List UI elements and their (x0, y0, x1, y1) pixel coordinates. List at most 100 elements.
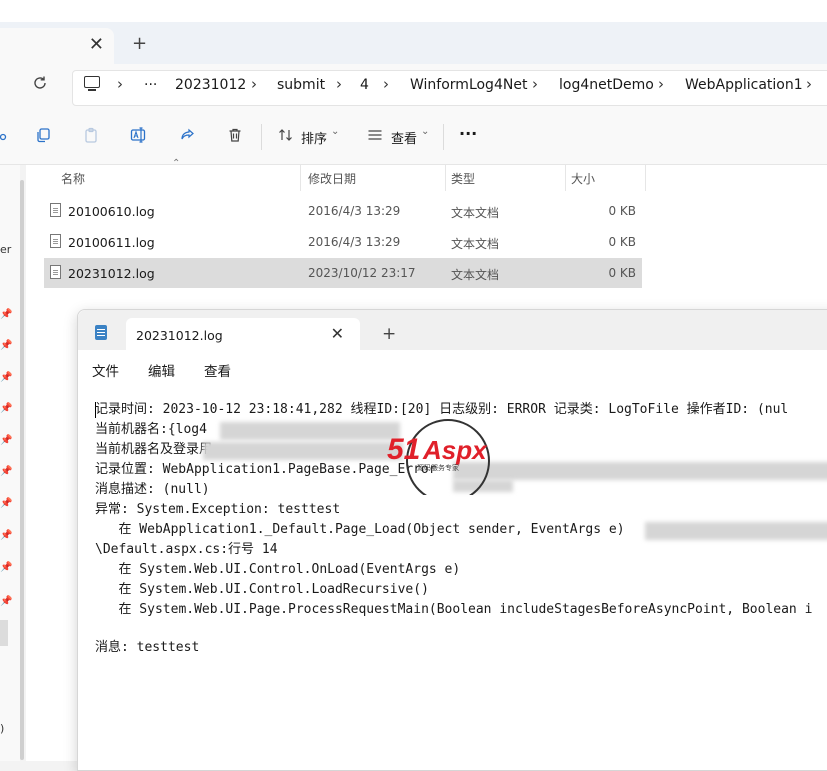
column-divider[interactable] (565, 165, 566, 191)
new-tab-button[interactable]: + (382, 324, 396, 344)
chevron-down-icon[interactable]: ⌄ (331, 126, 339, 137)
view-button[interactable]: 查看 (391, 128, 417, 147)
redacted-region (220, 422, 400, 440)
copy-icon[interactable] (34, 127, 52, 145)
log-line: 当前机器名:{log4 (95, 422, 207, 437)
pin-icon: 📌 (0, 403, 13, 414)
column-divider[interactable] (445, 165, 446, 191)
file-date: 2023/10/12 23:17 (308, 266, 416, 280)
notepad-tab[interactable]: 20231012.log ✕ (126, 318, 360, 350)
file-name: 20100610.log (68, 204, 155, 219)
pin-icon: 📌 (0, 596, 13, 607)
redacted-region (203, 442, 403, 460)
view-icon[interactable] (366, 127, 384, 145)
menu-file[interactable]: 文件 (92, 360, 119, 380)
this-pc-icon[interactable] (84, 76, 100, 91)
breadcrumb-submit[interactable]: submit (277, 77, 325, 93)
file-size: 0 KB (608, 266, 636, 280)
text-file-icon (50, 234, 61, 248)
menu-edit[interactable]: 编辑 (148, 360, 175, 380)
logo-slogan: 源码服务专家 (417, 463, 459, 472)
pin-icon: 📌 (0, 562, 13, 573)
delete-icon[interactable] (226, 127, 244, 145)
breadcrumb-20231012[interactable]: 20231012 (175, 77, 246, 93)
breadcrumb-webapplication1[interactable]: WebApplication1 (685, 77, 803, 93)
file-date: 2016/4/3 13:29 (308, 235, 401, 249)
share-icon[interactable] (178, 127, 196, 145)
breadcrumb-winformlog4net[interactable]: WinformLog4Net (410, 77, 527, 93)
file-row-selected[interactable]: 20231012.log 2023/10/12 23:17 文本文档 0 KB (44, 258, 642, 288)
divider (261, 124, 262, 150)
notepad-menubar: 文件 编辑 查看 (78, 350, 827, 388)
file-type: 文本文档 (451, 237, 500, 251)
sort-icon[interactable] (277, 127, 295, 145)
log-line: \Default.aspx.cs:行号 14 (95, 542, 278, 557)
pin-icon: 📌 (0, 309, 13, 320)
column-header-name[interactable]: 名称 (61, 170, 85, 187)
pin-icon: 📌 (0, 530, 13, 541)
logo-brand: Aspx (422, 435, 488, 465)
rename-icon[interactable] (130, 127, 148, 145)
pin-icon: 📌 (0, 435, 13, 446)
column-divider[interactable] (300, 165, 301, 191)
file-name: 20100611.log (68, 235, 155, 250)
log-line: 在 System.Web.UI.Control.LoadRecursive() (95, 582, 429, 597)
nav-item-fragment[interactable]: er (0, 243, 11, 256)
command-bar: 排序 ⌄ 查看 ⌄ ··· (0, 110, 827, 165)
file-type: 文本文档 (451, 268, 500, 282)
breadcrumb-separator[interactable]: › (658, 75, 664, 93)
cut-icon[interactable] (0, 127, 10, 145)
notepad-app-icon (95, 325, 107, 340)
file-date: 2016/4/3 13:29 (308, 204, 401, 218)
file-name: 20231012.log (68, 266, 155, 281)
breadcrumb-separator[interactable]: › (336, 75, 342, 93)
notepad-window: 20231012.log ✕ + 文件 编辑 查看 记录时间: 2023-10-… (77, 309, 827, 771)
pin-icon: 📌 (0, 372, 13, 383)
breadcrumb-separator[interactable]: › (117, 75, 123, 93)
close-tab-icon[interactable]: ✕ (89, 34, 104, 55)
breadcrumb-log4netdemo[interactable]: log4netDemo (559, 77, 654, 93)
column-divider[interactable] (645, 165, 646, 191)
close-tab-icon[interactable]: ✕ (331, 324, 344, 343)
column-header-size[interactable]: 大小 (571, 170, 595, 187)
text-file-icon (50, 203, 61, 217)
sort-button[interactable]: 排序 (301, 128, 327, 147)
text-file-icon (50, 265, 61, 279)
sort-caret-icon: ⌃ (172, 158, 181, 169)
menu-view[interactable]: 查看 (204, 360, 231, 380)
explorer-tab[interactable]: ✕ (0, 28, 114, 64)
51aspx-watermark-logo: 51 Aspx 源码服务专家 (387, 419, 490, 495)
log-line: 在 System.Web.UI.Page.ProcessRequestMain(… (95, 602, 813, 617)
refresh-icon[interactable] (32, 75, 48, 96)
more-options-button[interactable]: ··· (459, 124, 477, 143)
breadcrumb-separator[interactable]: › (383, 75, 389, 93)
nav-item-fragment[interactable]: ) (0, 722, 4, 735)
log-line: 消息: testtest (95, 640, 200, 655)
new-tab-button[interactable]: + (132, 33, 147, 54)
paste-icon[interactable] (82, 127, 100, 145)
breadcrumb-separator[interactable]: › (251, 75, 257, 93)
nav-item-selected[interactable] (0, 620, 8, 646)
breadcrumb-separator[interactable]: › (806, 75, 812, 93)
file-row[interactable]: 20100610.log 2016/4/3 13:29 文本文档 0 KB (44, 196, 642, 226)
breadcrumb-more-button[interactable]: ··· (144, 77, 157, 93)
notepad-titlebar[interactable]: 20231012.log ✕ + (78, 310, 827, 350)
file-size: 0 KB (608, 235, 636, 249)
log-line: 在 WebApplication1._Default.Page_Load(Obj… (95, 522, 625, 537)
explorer-tabstrip: ✕ + (0, 0, 827, 64)
tabstrip-background (0, 22, 827, 64)
chevron-down-icon[interactable]: ⌄ (421, 126, 429, 137)
log-line: 当前机器名及登录用 (95, 442, 213, 457)
notepad-tab-title: 20231012.log (136, 328, 223, 343)
breadcrumb-separator[interactable]: › (532, 75, 538, 93)
nav-scrollbar[interactable] (20, 180, 24, 760)
log-line: 异常: System.Exception: testtest (95, 502, 341, 517)
column-header-date[interactable]: 修改日期 (308, 170, 356, 187)
log-line: 在 System.Web.UI.Control.OnLoad(EventArgs… (95, 562, 461, 577)
file-row[interactable]: 20100611.log 2016/4/3 13:29 文本文档 0 KB (44, 227, 642, 257)
column-header-type[interactable]: 类型 (451, 170, 475, 187)
pin-icon: 📌 (0, 466, 13, 477)
pin-icon: 📌 (0, 340, 13, 351)
breadcrumb-4[interactable]: 4 (360, 77, 369, 93)
logo-number: 51 (387, 433, 420, 466)
